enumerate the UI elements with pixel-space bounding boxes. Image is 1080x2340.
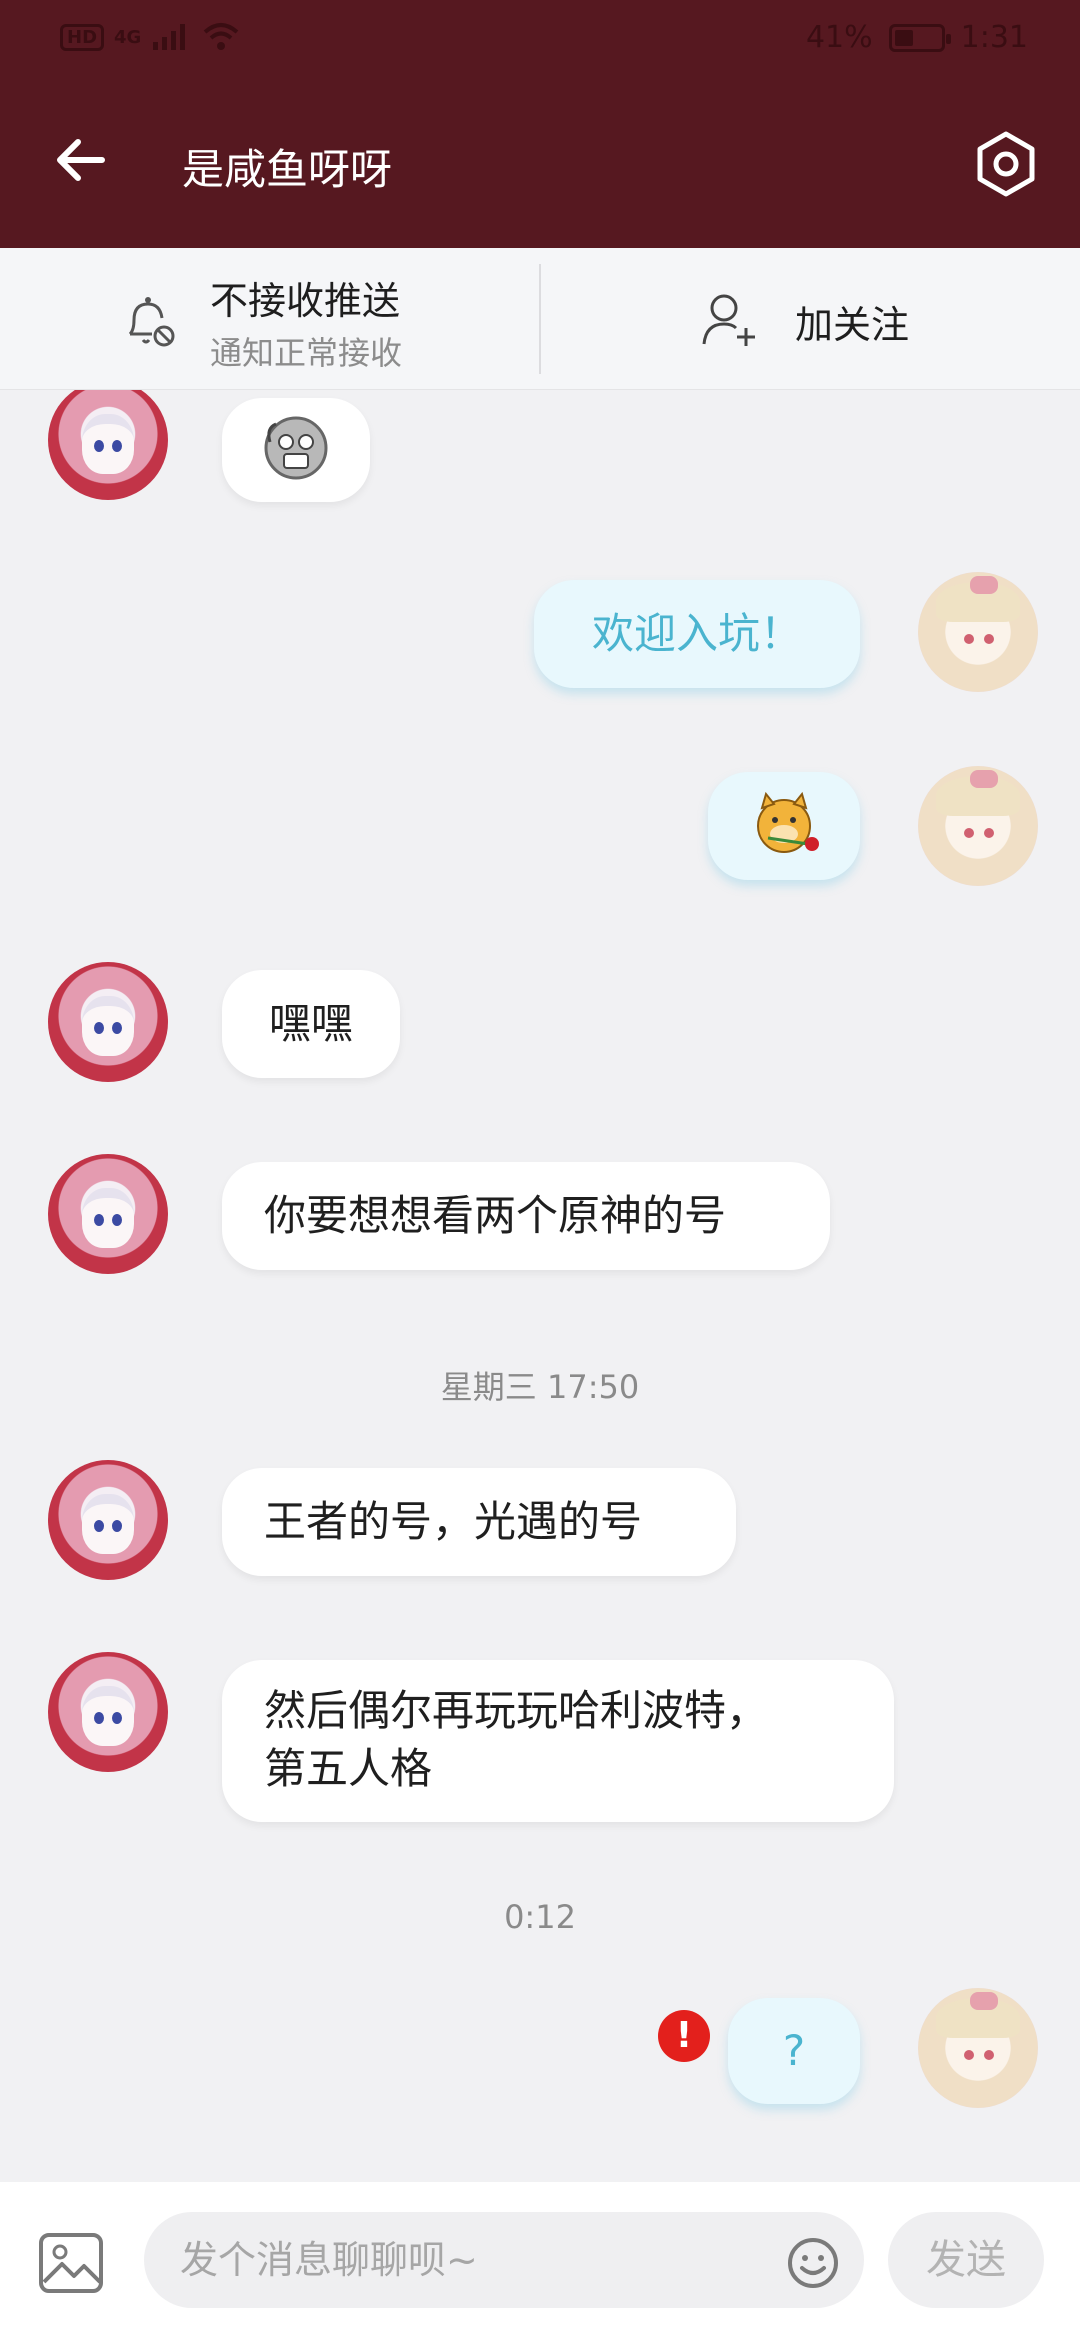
message-text: 你要想想看两个原神的号 [264,1191,727,1240]
contact-avatar[interactable] [48,962,168,1082]
notification-toggle[interactable]: 不接收推送 通知正常接收 [0,248,540,390]
message-bubble-left[interactable]: 你要想想看两个原神的号 [222,1162,830,1270]
time-separator: 0:12 [504,1898,576,1936]
notify-title: 不接收推送 [210,279,401,323]
contact-avatar[interactable] [48,1154,168,1274]
contact-avatar[interactable] [48,1460,168,1580]
message-text: 然后偶尔再玩玩哈利波特， [264,1686,769,1735]
message-input[interactable] [144,2212,864,2308]
message-bubble-right[interactable]: 欢迎入坑！ [534,580,860,688]
message-text: 王者的号，光遇的号 [264,1497,643,1546]
battery-percent: 41% [805,20,873,55]
follow-button[interactable]: 加关注 [540,248,1080,390]
message-bubble-right[interactable] [708,772,860,880]
doge-with-rose-emoji [757,791,819,853]
self-avatar[interactable] [918,1988,1038,2108]
network-label: 4G [114,26,142,48]
message-text: ? [782,2026,806,2075]
clock: 1:31 [960,20,1028,55]
message-bubble-left[interactable]: 王者的号，光遇的号 [222,1468,736,1576]
send-failed-icon[interactable]: ! [658,2010,710,2062]
hd-badge: HD [60,23,105,51]
message-text: 嘿嘿 [268,999,353,1048]
mask-face-emoji [264,416,328,480]
wifi-icon [204,23,239,50]
signal-icon [153,24,186,50]
self-avatar[interactable] [918,766,1038,886]
add-user-icon [702,294,755,346]
follow-label: 加关注 [795,303,910,347]
message-text-line2: 第五人格 [264,1744,433,1793]
image-icon[interactable] [38,2232,104,2294]
send-button[interactable]: 发送 [888,2212,1044,2308]
message-bubble-left[interactable]: 嘿嘿 [222,970,400,1078]
self-avatar[interactable] [918,572,1038,692]
app-header: HD 4G 41% 1:31 是咸鱼呀呀 [0,0,1080,248]
time-separator: 星期三 17:50 [440,1368,640,1406]
settings-hexagon-icon[interactable] [972,130,1040,198]
notify-subtitle: 通知正常接收 [210,334,403,372]
message-bubble-left[interactable]: 然后偶尔再玩玩哈利波特， 第五人格 [222,1660,894,1822]
status-bar: HD 4G 41% 1:31 [0,0,1080,80]
action-bar: 不接收推送 通知正常接收 加关注 [0,248,1080,390]
smiley-icon[interactable] [786,2236,840,2290]
back-arrow-icon[interactable] [50,130,110,190]
bell-off-icon [128,297,175,347]
chat-title: 是咸鱼呀呀 [182,145,393,194]
contact-avatar[interactable] [48,390,168,500]
composer-bar: 发送 [0,2182,1080,2340]
message-text: 欢迎入坑！ [591,609,802,658]
battery-icon [888,23,951,52]
message-bubble-left[interactable] [222,398,370,502]
contact-avatar[interactable] [48,1652,168,1772]
message-bubble-right[interactable]: ? [728,1998,860,2104]
